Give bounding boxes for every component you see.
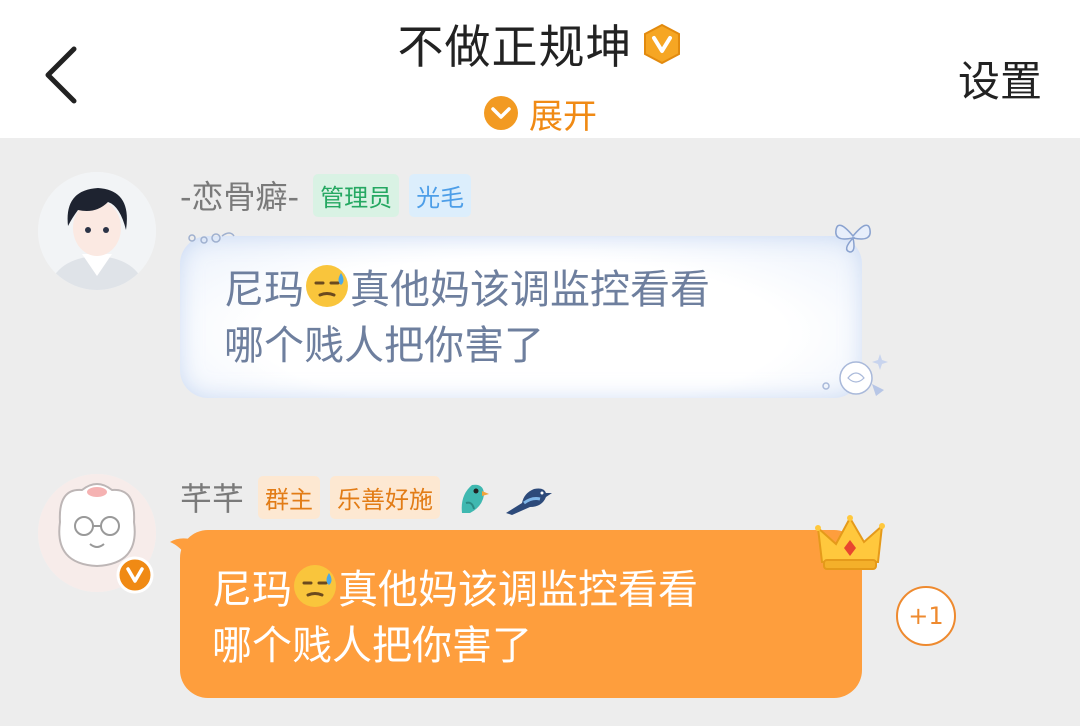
bubble-tail xyxy=(170,538,194,558)
title-badge: 光毛 xyxy=(409,173,472,217)
message-text-part: 尼玛 xyxy=(224,267,304,313)
message-text-part: 真他妈该调监控看看 xyxy=(338,567,698,613)
sender-row: 芊芊 群主 乐善好施 xyxy=(180,474,554,520)
plus-one-button[interactable]: +1 xyxy=(896,586,956,646)
sender-row: -恋骨癖- 管理员 光毛 xyxy=(180,172,481,218)
avatar-image xyxy=(38,172,156,290)
title-badge: 乐善好施 xyxy=(330,475,441,519)
expand-label: 展开 xyxy=(529,96,597,137)
rose-icon xyxy=(822,354,888,396)
magpie-icon xyxy=(506,488,553,515)
message-text-line: 哪个贱人把你害了 xyxy=(224,323,544,369)
group-title: 不做正规坤 xyxy=(397,20,633,74)
expand-toggle[interactable]: 展开 xyxy=(0,90,1080,137)
chevron-down-circle-icon xyxy=(484,96,518,130)
sweat-face-emoji-icon xyxy=(306,265,348,307)
bead-chain-icon xyxy=(188,232,235,244)
verified-badge-icon xyxy=(116,556,154,594)
message-text-part: 尼玛 xyxy=(212,567,292,613)
parrot-icon xyxy=(461,484,490,513)
message-text: 尼玛 真他妈该调监控看看 哪个贱人把你害了 xyxy=(224,262,824,374)
settings-button[interactable]: 设置 xyxy=(958,48,1042,109)
message-text-part: 真他妈该调监控看看 xyxy=(350,267,710,313)
crown-icon xyxy=(815,515,885,570)
butterfly-icon xyxy=(835,224,871,253)
message-text: 尼玛 真他妈该调监控看看 哪个贱人把你害了 xyxy=(212,562,812,674)
sender-name[interactable]: -恋骨癖- xyxy=(180,172,299,218)
message-text-line: 哪个贱人把你害了 xyxy=(212,623,532,669)
admin-badge: 管理员 xyxy=(313,173,400,217)
chat-header: 不做正规坤 展开 设置 xyxy=(0,0,1080,138)
owner-badge: 群主 xyxy=(258,475,321,519)
sender-name[interactable]: 芊芊 xyxy=(180,474,244,520)
title-row: 不做正规坤 xyxy=(0,12,1080,76)
avatar[interactable] xyxy=(38,172,156,290)
vip-badge-icon xyxy=(643,23,680,65)
sweat-face-emoji-icon xyxy=(294,565,336,607)
